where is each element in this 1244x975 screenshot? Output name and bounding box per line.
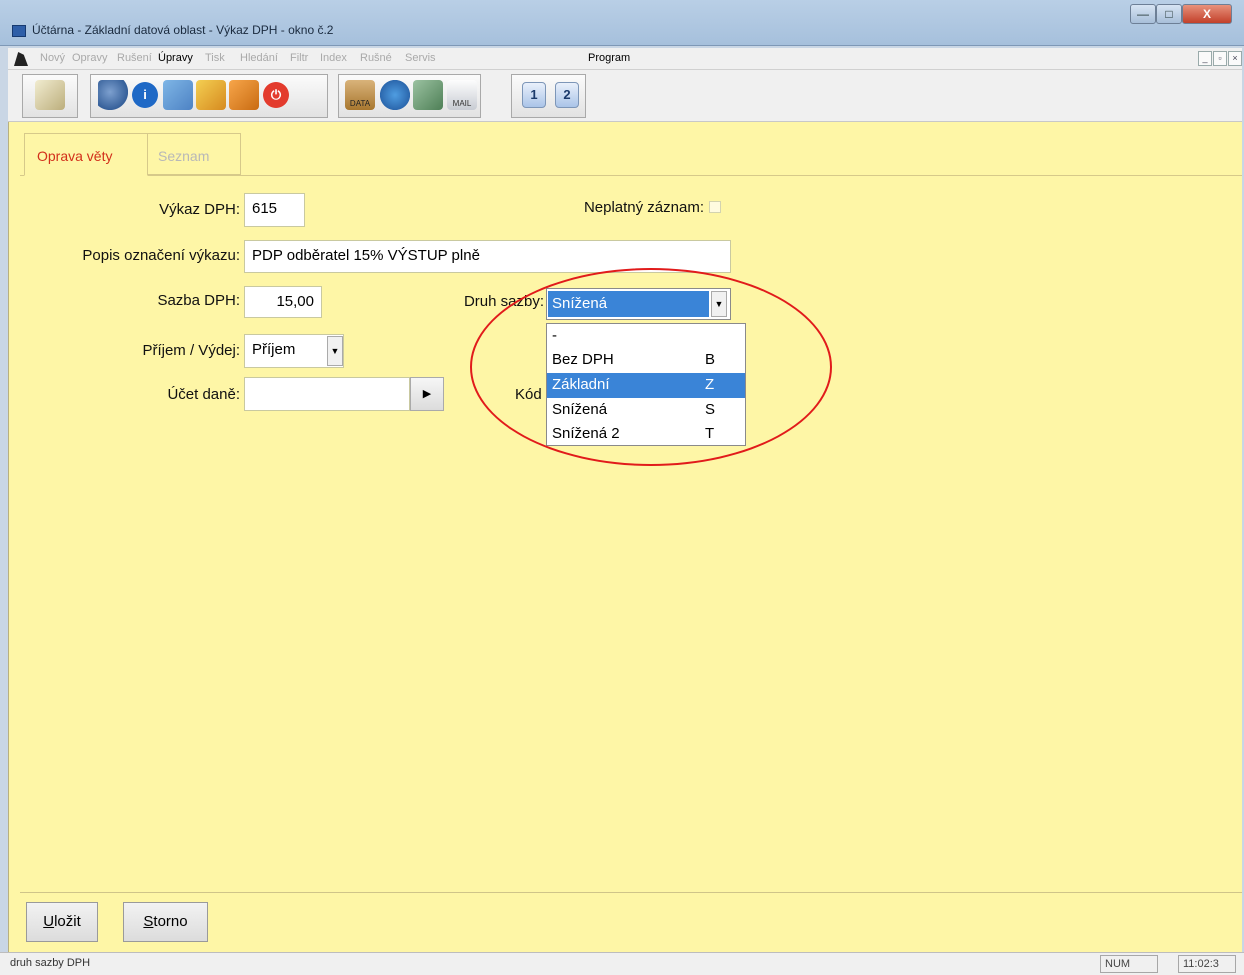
menu-opravy[interactable]: Opravy xyxy=(72,52,107,64)
prijem-vydej-dropdown-arrow-icon[interactable]: ▼ xyxy=(327,336,343,366)
pencil-icon[interactable] xyxy=(196,80,226,110)
data-icon[interactable]: DATA xyxy=(345,80,375,110)
druh-sazby-dropdown-arrow-icon[interactable]: ▼ xyxy=(711,291,727,317)
vykaz-dph-label: Výkaz DPH: xyxy=(159,201,240,218)
neplatny-zaznam-checkbox[interactable] xyxy=(709,201,721,213)
menu-program[interactable]: Program xyxy=(588,52,630,64)
popis-oznaceni-field[interactable]: PDP odběratel 15% VÝSTUP plně xyxy=(244,240,731,273)
status-text: druh sazby DPH xyxy=(10,957,91,969)
popis-oznaceni-label: Popis označení výkazu: xyxy=(82,247,240,264)
option-name: Bez DPH xyxy=(552,351,614,368)
option-code: T xyxy=(705,425,715,442)
close-button[interactable]: X xyxy=(1182,4,1232,24)
power-icon[interactable]: ⏻ xyxy=(261,80,291,110)
menu-servis[interactable]: Servis xyxy=(405,52,436,64)
mdi-restore-button[interactable]: ▫ xyxy=(1213,51,1227,66)
option-name: Základní xyxy=(552,376,610,393)
app-logo-icon xyxy=(12,25,26,37)
storno-button[interactable]: Storno xyxy=(123,902,208,942)
option-name: - xyxy=(552,327,557,344)
minimize-button[interactable]: — xyxy=(1130,4,1156,24)
window-1-icon[interactable]: 1 xyxy=(522,82,546,108)
edit-pen-icon[interactable] xyxy=(35,80,65,110)
dropdown-option-snizena[interactable]: Snížená S xyxy=(547,398,745,423)
folder-icon[interactable] xyxy=(229,80,259,110)
status-bar xyxy=(0,952,1244,975)
menu-upravy[interactable]: Úpravy xyxy=(158,52,193,64)
menu-rusne[interactable]: Rušné xyxy=(360,52,392,64)
menu-ruseni[interactable]: Rušení xyxy=(117,52,152,64)
ulozit-label: ložit xyxy=(54,913,81,930)
option-name: Snížená 2 xyxy=(552,425,620,442)
menu-filtr[interactable]: Filtr xyxy=(290,52,308,64)
ucet-dane-browse-arrow-icon[interactable]: ▶ xyxy=(410,377,444,411)
prijem-vydej-label: Příjem / Výdej: xyxy=(142,342,240,359)
sazba-dph-field[interactable]: 15,00 xyxy=(244,286,322,318)
tab-seznam-label: Seznam xyxy=(158,148,210,164)
ulozit-hotkey: U xyxy=(43,913,55,930)
menu-index[interactable]: Index xyxy=(320,52,347,64)
druh-sazby-label: Druh sazby: xyxy=(463,293,544,310)
window-title: Účtárna - Základní datová oblast - Výkaz… xyxy=(32,23,334,37)
copy-icon[interactable] xyxy=(163,80,193,110)
vykaz-dph-field[interactable]: 615 xyxy=(244,193,305,227)
ucet-dane-label: Účet daně: xyxy=(167,386,240,403)
option-name: Snížená xyxy=(552,401,608,418)
option-code: B xyxy=(705,351,716,368)
ucet-dane-field[interactable] xyxy=(244,377,410,411)
menu-tisk[interactable]: Tisk xyxy=(205,52,225,64)
dropdown-option-snizena-2[interactable]: Snížená 2 T xyxy=(547,422,745,447)
image-icon[interactable] xyxy=(413,80,443,110)
settings-icon[interactable] xyxy=(380,80,410,110)
bottom-separator xyxy=(20,892,1242,893)
druh-sazby-value: Snížená xyxy=(548,291,709,317)
tab-separator xyxy=(20,175,1242,176)
search-icon[interactable] xyxy=(98,80,128,110)
tab-oprava-vety-label: Oprava věty xyxy=(37,148,113,164)
dropdown-option-bez-dph[interactable]: Bez DPH B xyxy=(547,348,745,373)
mdi-close-button[interactable]: × xyxy=(1228,51,1242,66)
sazba-dph-label: Sazba DPH: xyxy=(157,292,240,309)
neplatny-zaznam-label: Neplatný záznam: xyxy=(583,199,704,216)
mail-icon[interactable]: MAIL xyxy=(447,80,477,110)
storno-hotkey: S xyxy=(143,913,154,930)
status-num: NUM xyxy=(1100,955,1158,973)
status-time: 11:02:3 xyxy=(1178,955,1236,973)
option-code: Z xyxy=(705,376,715,393)
kod-label: Kód xyxy=(515,386,542,403)
dropdown-option-blank[interactable]: - xyxy=(547,324,745,349)
ulozit-button[interactable]: Uložit xyxy=(26,902,98,942)
info-icon[interactable]: i xyxy=(130,80,160,110)
maximize-button[interactable]: □ xyxy=(1156,4,1182,24)
option-code: S xyxy=(705,401,716,418)
menu-hledani[interactable]: Hledání xyxy=(240,52,278,64)
menu-novy[interactable]: Nový xyxy=(40,52,65,64)
dropdown-option-zakladni[interactable]: Základní Z xyxy=(547,373,745,398)
storno-label: torno xyxy=(153,913,188,930)
mdi-minimize-button[interactable]: _ xyxy=(1198,51,1212,66)
window-2-icon[interactable]: 2 xyxy=(555,82,579,108)
